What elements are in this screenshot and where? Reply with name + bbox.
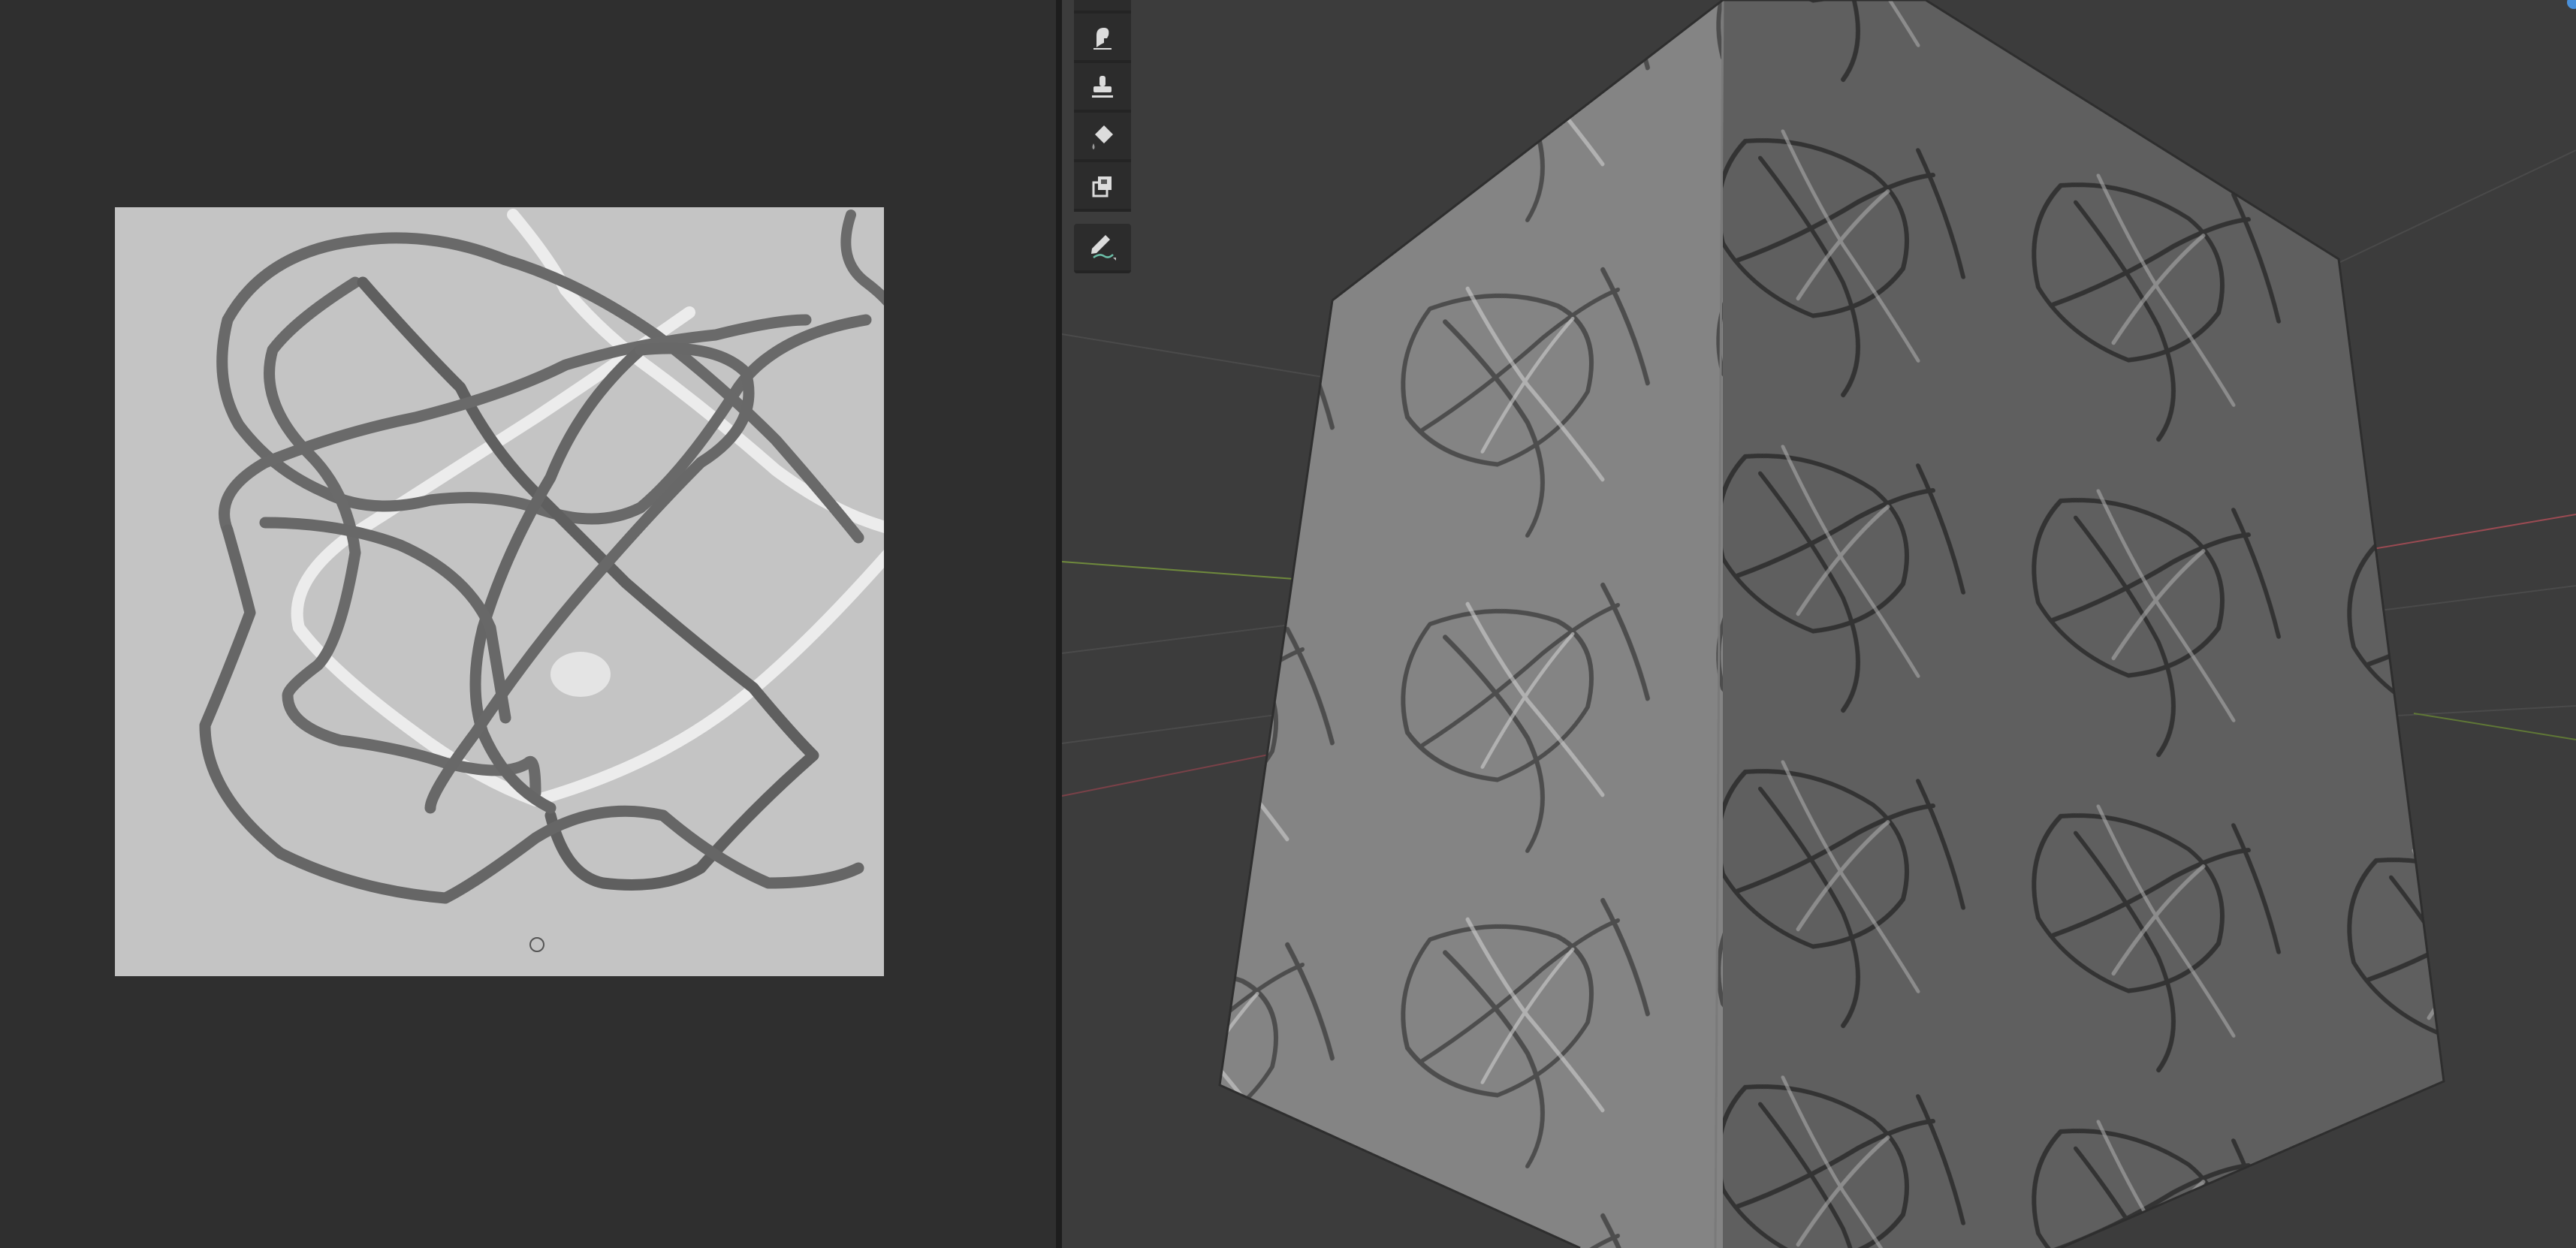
tool-mask[interactable] — [1074, 162, 1131, 212]
brush-cursor-circle-icon — [529, 937, 544, 952]
light-blob — [550, 652, 611, 697]
tool-smear[interactable] — [1074, 14, 1131, 63]
smear-icon — [1093, 28, 1112, 50]
cube-face-left-overlay — [1220, 0, 1723, 1248]
annotate-pencil-icon — [1091, 235, 1116, 261]
panel-divider[interactable] — [1056, 0, 1062, 1248]
clone-stamp-icon — [1092, 76, 1113, 98]
image-editor-panel[interactable] — [0, 0, 1056, 1248]
cube-face-right-overlay — [1723, 0, 2444, 1248]
3d-viewport-panel[interactable] — [1062, 0, 2576, 1248]
light-stroke — [291, 306, 884, 806]
dark-stroke — [840, 210, 884, 306]
axis-x-line — [1062, 750, 1288, 797]
tool-shelf — [1074, 0, 1131, 273]
mask-icon — [1092, 176, 1112, 197]
tool-clone[interactable] — [1074, 63, 1131, 113]
texture-canvas[interactable] — [115, 207, 884, 976]
fill-bucket-icon — [1092, 125, 1113, 149]
tool-fill[interactable] — [1074, 113, 1131, 162]
texture-drawing — [199, 209, 884, 904]
axis-y-line — [2413, 713, 2576, 740]
3d-scene — [1062, 0, 2576, 1248]
tool-annotate[interactable] — [1074, 224, 1131, 273]
tool-top-partial[interactable] — [1074, 0, 1131, 14]
